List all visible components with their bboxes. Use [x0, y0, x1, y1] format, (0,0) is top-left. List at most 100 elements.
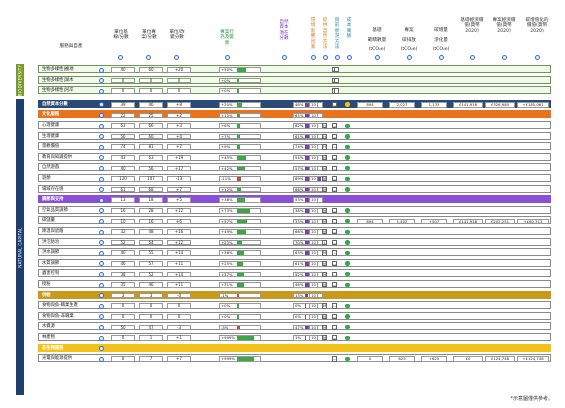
value-score: 60	[139, 67, 163, 73]
dash-icon[interactable]: —	[332, 282, 338, 288]
info-icon[interactable]	[99, 197, 104, 203]
info-icon[interactable]	[99, 271, 104, 277]
level-indicator[interactable]: H	[322, 123, 328, 129]
info-icon[interactable]	[375, 55, 380, 60]
info-icon[interactable]	[535, 55, 540, 60]
level-indicator[interactable]: M	[322, 271, 328, 277]
info-icon[interactable]	[99, 261, 104, 267]
level-indicator[interactable]: M	[322, 208, 328, 214]
info-icon[interactable]	[282, 55, 287, 60]
info-icon[interactable]	[99, 250, 104, 256]
checkbox-icon[interactable]	[334, 67, 340, 73]
level-indicator[interactable]: H	[322, 144, 328, 150]
info-icon[interactable]	[99, 208, 104, 214]
value-v1: 10	[309, 144, 318, 150]
level-indicator[interactable]: M	[322, 250, 328, 256]
dash-icon[interactable]: —	[332, 239, 338, 246]
info-icon[interactable]	[174, 55, 179, 60]
info-icon[interactable]	[99, 314, 104, 320]
dash-icon[interactable]: —	[332, 165, 338, 171]
info-icon[interactable]	[99, 88, 104, 94]
level-indicator[interactable]: M	[322, 176, 328, 182]
info-icon[interactable]	[311, 55, 316, 60]
level-indicator[interactable]: M	[322, 324, 328, 330]
level-indicator[interactable]: M	[322, 229, 328, 235]
info-icon[interactable]	[347, 55, 352, 60]
row-label: 非生物服務	[42, 345, 64, 351]
info-icon[interactable]	[99, 282, 104, 288]
info-icon[interactable]	[225, 55, 230, 60]
biodiversity-row: 生物多樣性|湖木000+0%—	[38, 75, 551, 84]
dash-icon[interactable]: —	[332, 176, 338, 182]
value-v1: 10	[309, 207, 318, 214]
dash-icon[interactable]: —	[332, 314, 338, 320]
dash-icon[interactable]: —	[332, 229, 338, 235]
dash-icon[interactable]: —	[332, 186, 338, 193]
dash-icon[interactable]: —	[332, 155, 338, 161]
info-icon[interactable]	[470, 55, 475, 60]
level-indicator[interactable]: M	[322, 303, 328, 309]
level-indicator[interactable]: H	[322, 133, 328, 140]
level-indicator[interactable]: M	[322, 314, 328, 320]
dash-icon[interactable]: —	[332, 356, 338, 362]
dash-icon[interactable]: —	[332, 102, 338, 108]
level-indicator[interactable]: M	[322, 261, 328, 267]
biodiversity-row: 生物多樣性|複地4060+20+50%—	[38, 65, 551, 73]
change-percent-label: +73%	[221, 207, 233, 213]
change-percent-bar: +0%	[219, 303, 261, 309]
info-icon[interactable]	[146, 55, 151, 60]
level-indicator[interactable]: M	[322, 186, 328, 193]
level-indicator[interactable]: L	[322, 239, 328, 246]
info-icon[interactable]	[335, 55, 340, 60]
row-label: 碳儲量	[42, 218, 55, 224]
info-icon[interactable]	[99, 144, 104, 150]
dash-icon[interactable]: —	[332, 144, 338, 150]
info-icon[interactable]	[502, 55, 507, 60]
info-icon[interactable]	[99, 165, 104, 171]
info-icon[interactable]	[439, 55, 444, 60]
info-icon[interactable]	[99, 123, 104, 129]
dash-icon[interactable]: —	[332, 261, 338, 267]
info-icon[interactable]	[323, 55, 328, 60]
dash-icon[interactable]: —	[332, 218, 338, 224]
change-percent-bar: +0%	[219, 313, 261, 320]
section-header: 調節與支持 13 18 +5 +38% 53% 10	[38, 195, 551, 204]
info-icon[interactable]	[99, 187, 104, 193]
info-icon[interactable]	[99, 303, 104, 309]
dash-icon[interactable]: —	[332, 271, 338, 277]
value-score: 107	[139, 176, 163, 182]
level-indicator[interactable]: M	[322, 282, 328, 288]
info-icon[interactable]	[99, 176, 104, 182]
status-dot-icon	[345, 144, 350, 150]
level-indicator[interactable]: M	[322, 155, 328, 161]
level-indicator[interactable]: M	[322, 335, 328, 341]
info-icon[interactable]	[99, 218, 104, 224]
info-icon[interactable]	[99, 155, 104, 161]
info-icon[interactable]	[407, 55, 412, 60]
info-icon[interactable]	[99, 102, 104, 108]
dash-icon[interactable]: —	[332, 335, 338, 341]
info-icon[interactable]	[99, 335, 104, 341]
checkbox-icon[interactable]	[334, 88, 340, 94]
info-icon[interactable]	[99, 67, 104, 73]
checkbox-icon[interactable]	[334, 77, 340, 84]
dash-icon[interactable]: —	[332, 133, 338, 140]
dash-icon[interactable]: —	[332, 250, 338, 256]
dash-icon[interactable]: —	[332, 123, 338, 129]
dash-icon[interactable]: —	[332, 324, 338, 330]
info-icon[interactable]	[99, 293, 104, 299]
info-icon[interactable]	[99, 229, 104, 235]
info-icon[interactable]	[99, 346, 104, 352]
value-change: +16	[167, 229, 191, 235]
dash-icon[interactable]: —	[332, 303, 338, 309]
info-icon[interactable]	[99, 112, 104, 118]
info-icon[interactable]	[99, 78, 104, 84]
info-icon[interactable]	[99, 356, 104, 362]
info-icon[interactable]	[99, 240, 104, 246]
level-indicator[interactable]: M	[322, 165, 328, 171]
info-icon[interactable]	[99, 324, 104, 330]
info-icon[interactable]	[118, 55, 123, 60]
info-icon[interactable]	[99, 134, 104, 140]
dash-icon[interactable]: —	[332, 208, 338, 214]
level-indicator[interactable]: M	[322, 218, 328, 224]
